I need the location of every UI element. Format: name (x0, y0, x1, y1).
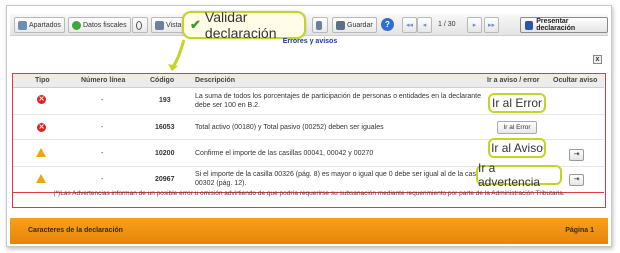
search-icon (136, 20, 142, 30)
ir-al-error-button[interactable]: Ir al Error (497, 121, 537, 134)
header-ocultar: Ocultar aviso (553, 77, 598, 84)
ir-al-aviso-callout[interactable]: Ir al Aviso (488, 138, 546, 158)
row-line: - (101, 176, 104, 183)
row-desc: Confirme el importe de las casillas 0004… (195, 150, 374, 157)
error-icon: ✕ (37, 123, 46, 132)
row-code: 16053 (155, 124, 175, 131)
header-numero-linea: Número línea (81, 77, 126, 84)
hide-warning-button[interactable]: ⇥ (569, 149, 584, 161)
save-icon (336, 20, 345, 30)
row-code: 20967 (155, 176, 175, 183)
guardar-label: Guardar (347, 21, 373, 29)
presentar-label: Presentar declaración (536, 18, 576, 32)
header-descripcion: Descripción (195, 77, 236, 84)
checkmark-icon: ✔ (190, 17, 201, 32)
nav-next-button[interactable]: ▸ (467, 17, 482, 33)
vista-label: Vista (166, 21, 182, 29)
nav-first-button[interactable]: ◂◂ (402, 17, 417, 33)
warning-icon (36, 174, 46, 183)
row-desc: Si el importe de la casilla 00326 (pág. … (195, 171, 485, 178)
search-button[interactable] (132, 17, 148, 33)
export-icon (316, 20, 322, 30)
row-code: 193 (159, 97, 171, 104)
warning-icon (36, 148, 46, 157)
header-ir-a: Ir a aviso / error (487, 77, 540, 84)
ir-al-error-callout[interactable]: Ir al Error (488, 93, 546, 113)
validar-label: Validar declaración (204, 9, 277, 41)
help-button[interactable]: ? (381, 18, 394, 31)
row-desc: Total activo (00180) y Total pasivo (002… (195, 124, 384, 131)
guardar-button[interactable]: Guardar (332, 17, 377, 33)
caracteres-declaracion: Caracteres de la declaración (28, 227, 123, 234)
errores-avisos-title: Errores y avisos (282, 38, 338, 45)
apartados-label: Apartados (29, 21, 61, 29)
check-circle-icon (72, 20, 81, 30)
toolbar: Apartados Datos fiscales Vista Guardar ?… (10, 14, 608, 36)
apartados-button[interactable]: Apartados (14, 17, 65, 33)
close-icon[interactable]: x (593, 55, 602, 64)
row-line: - (101, 150, 104, 157)
table-row: ✕ - 16053 Total activo (00180) y Total p… (13, 116, 604, 140)
folder-icon (18, 20, 27, 30)
page-info: 1 / 30 (438, 21, 456, 28)
vista-button[interactable]: Vista (151, 17, 186, 33)
nav-prev-button[interactable]: ◂ (417, 17, 432, 33)
table-header: Tipo Número línea Código Descripción Ir … (13, 74, 604, 88)
row-desc: La suma de todos los porcentajes de part… (195, 93, 482, 100)
advertencias-note: (*)Las Advertencias informan de un posib… (53, 190, 565, 197)
datos-fiscales-button[interactable]: Datos fiscales (68, 17, 131, 33)
validar-declaracion-button[interactable]: ✔ Validar declaración (182, 9, 306, 41)
row-desc-cont: 00302 (pág. 12). (195, 180, 247, 187)
row-desc-cont: debe ser 100 en B.2. (195, 102, 260, 109)
header-tipo: Tipo (35, 77, 50, 84)
hide-warning-button[interactable]: ⇥ (569, 174, 584, 186)
submit-icon (525, 20, 534, 30)
row-code: 10200 (155, 150, 175, 157)
page-number: Página 1 (565, 227, 594, 234)
presentar-declaracion-button[interactable]: Presentar declaración (520, 17, 608, 33)
row-line: - (101, 124, 104, 131)
help-icon: ? (381, 18, 394, 31)
document-icon (155, 20, 164, 30)
footer-bar: Caracteres de la declaración Página 1 (10, 218, 608, 244)
ir-a-advertencia-callout[interactable]: Ir a advertencia (476, 161, 562, 189)
header-codigo: Código (150, 77, 175, 84)
datos-fiscales-label: Datos fiscales (83, 21, 127, 29)
error-icon: ✕ (37, 95, 46, 104)
row-line: - (101, 97, 104, 104)
nav-last-button[interactable]: ▸▸ (484, 17, 499, 33)
export-button[interactable] (312, 17, 328, 33)
